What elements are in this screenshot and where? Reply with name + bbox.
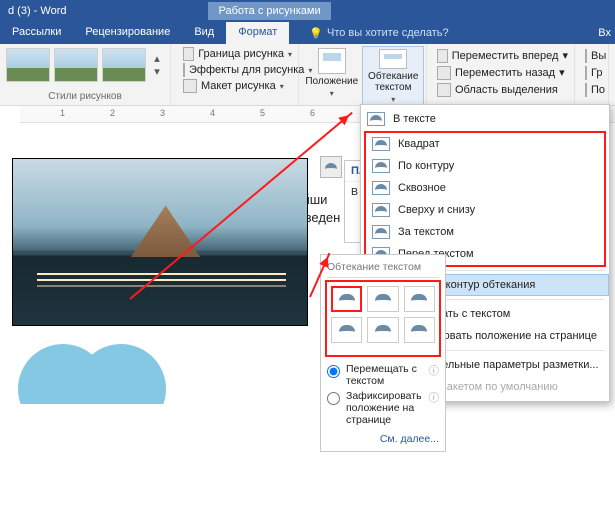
wrap-text-button[interactable]: Обтекание текстом ▾ — [362, 46, 424, 105]
group-arrange-main: Положение ▾ Обтекание текстом ▾ — [299, 44, 427, 105]
account-label[interactable]: Вх — [598, 22, 611, 44]
rotate-icon — [585, 83, 587, 97]
wrap-icon — [325, 163, 337, 171]
see-more-link[interactable]: См. далее... — [327, 429, 439, 445]
picture-effects-button[interactable]: Эффекты для рисунка▾ — [183, 62, 292, 78]
tab-review[interactable]: Рецензирование — [73, 22, 182, 44]
layout-options-flyout: Обтекание текстом Перемещать с текстом ⓘ… — [320, 254, 446, 452]
style-thumb[interactable] — [102, 48, 146, 82]
group-button[interactable]: Гр — [585, 64, 602, 81]
ribbon-tabs: Рассылки Рецензирование Вид Формат 💡 Что… — [0, 22, 615, 44]
border-icon — [183, 47, 194, 61]
wrap-opt-square[interactable] — [331, 286, 362, 312]
group-icon — [585, 66, 587, 80]
info-icon[interactable]: ⓘ — [429, 363, 440, 378]
wrap-options-grid — [331, 286, 435, 343]
group-crop: Обрезка ▾ Разме — [609, 44, 615, 105]
wrap-opt-topbottom[interactable] — [331, 317, 362, 343]
tight-icon — [372, 159, 390, 173]
send-backward-button[interactable]: Переместить назад ▾ — [437, 64, 568, 81]
style-thumb[interactable] — [6, 48, 50, 82]
square-icon — [372, 137, 390, 151]
info-icon[interactable]: ⓘ — [429, 390, 440, 405]
title-bar: d (3) - Word Работа с рисунками — [0, 0, 615, 22]
group-picture-adjust: Граница рисунка▾ Эффекты для рисунка▾ Ма… — [171, 44, 299, 105]
position-button[interactable]: Положение ▾ — [301, 46, 362, 105]
wrap-text-icon — [379, 49, 407, 69]
inserted-image[interactable] — [12, 158, 308, 326]
tab-format[interactable]: Формат — [226, 22, 289, 44]
tell-me[interactable]: 💡 Что вы хотите сделать? — [309, 22, 448, 44]
menu-tight[interactable]: По контуру — [366, 155, 604, 177]
topbottom-icon — [372, 203, 390, 217]
radio-move-with-text[interactable]: Перемещать с текстом ⓘ — [327, 363, 439, 387]
align-icon — [585, 49, 587, 63]
window-title: d (3) - Word — [6, 5, 66, 17]
bring-forward-icon — [437, 49, 448, 63]
radio-move-input[interactable] — [327, 365, 340, 378]
wrap-opt-tight[interactable] — [367, 286, 398, 312]
picture-border-button[interactable]: Граница рисунка▾ — [183, 46, 292, 62]
send-backward-icon — [437, 66, 451, 80]
heart-shape[interactable] — [18, 344, 168, 404]
wrap-opt-behind[interactable] — [367, 317, 398, 343]
inline-icon — [367, 112, 385, 126]
picture-layout-button[interactable]: Макет рисунка▾ — [183, 78, 292, 94]
menu-top-bottom[interactable]: Сверху и снизу — [366, 199, 604, 221]
position-icon — [318, 48, 346, 74]
selection-pane-icon — [437, 83, 451, 97]
align-button[interactable]: Вы — [585, 47, 602, 64]
ribbon: ▴▾ Стили рисунков Граница рисунка▾ Эффек… — [0, 44, 615, 106]
through-icon — [372, 181, 390, 195]
group-picture-styles: ▴▾ Стили рисунков — [0, 44, 171, 105]
behind-icon — [372, 225, 390, 239]
tab-view[interactable]: Вид — [182, 22, 226, 44]
gallery-more-icon[interactable]: ▴▾ — [150, 48, 164, 82]
lightbulb-icon: 💡 — [309, 27, 323, 40]
contextual-tab-label[interactable]: Работа с рисунками — [208, 2, 330, 20]
rotate-button[interactable]: По — [585, 81, 602, 98]
wrap-opt-through[interactable] — [404, 286, 435, 312]
group-arrange-order: Переместить вперед ▾ Переместить назад ▾… — [427, 44, 575, 105]
layout-icon — [183, 79, 197, 93]
tab-mailings[interactable]: Рассылки — [0, 22, 73, 44]
menu-square[interactable]: Квадрат — [366, 133, 604, 155]
styles-gallery[interactable]: ▴▾ — [6, 46, 164, 84]
menu-behind[interactable]: За текстом — [366, 221, 604, 243]
flyout-options-header: Обтекание текстом — [327, 261, 439, 278]
wrap-opt-front[interactable] — [404, 317, 435, 343]
group-label-styles: Стили рисунков — [6, 89, 164, 105]
menu-in-line[interactable]: В тексте — [361, 108, 609, 130]
effects-icon — [183, 63, 185, 77]
tell-me-text: Что вы хотите сделать? — [327, 27, 449, 39]
radio-fix-on-page[interactable]: Зафиксировать положение на странице ⓘ — [327, 390, 439, 426]
layout-options-handle[interactable] — [320, 156, 342, 178]
selection-pane-button[interactable]: Область выделения — [437, 81, 568, 98]
group-arrange-align: Вы Гр По — [575, 44, 609, 105]
bring-forward-button[interactable]: Переместить вперед ▾ — [437, 47, 568, 64]
radio-fix-input[interactable] — [327, 392, 340, 405]
menu-through[interactable]: Сквозное — [366, 177, 604, 199]
style-thumb[interactable] — [54, 48, 98, 82]
